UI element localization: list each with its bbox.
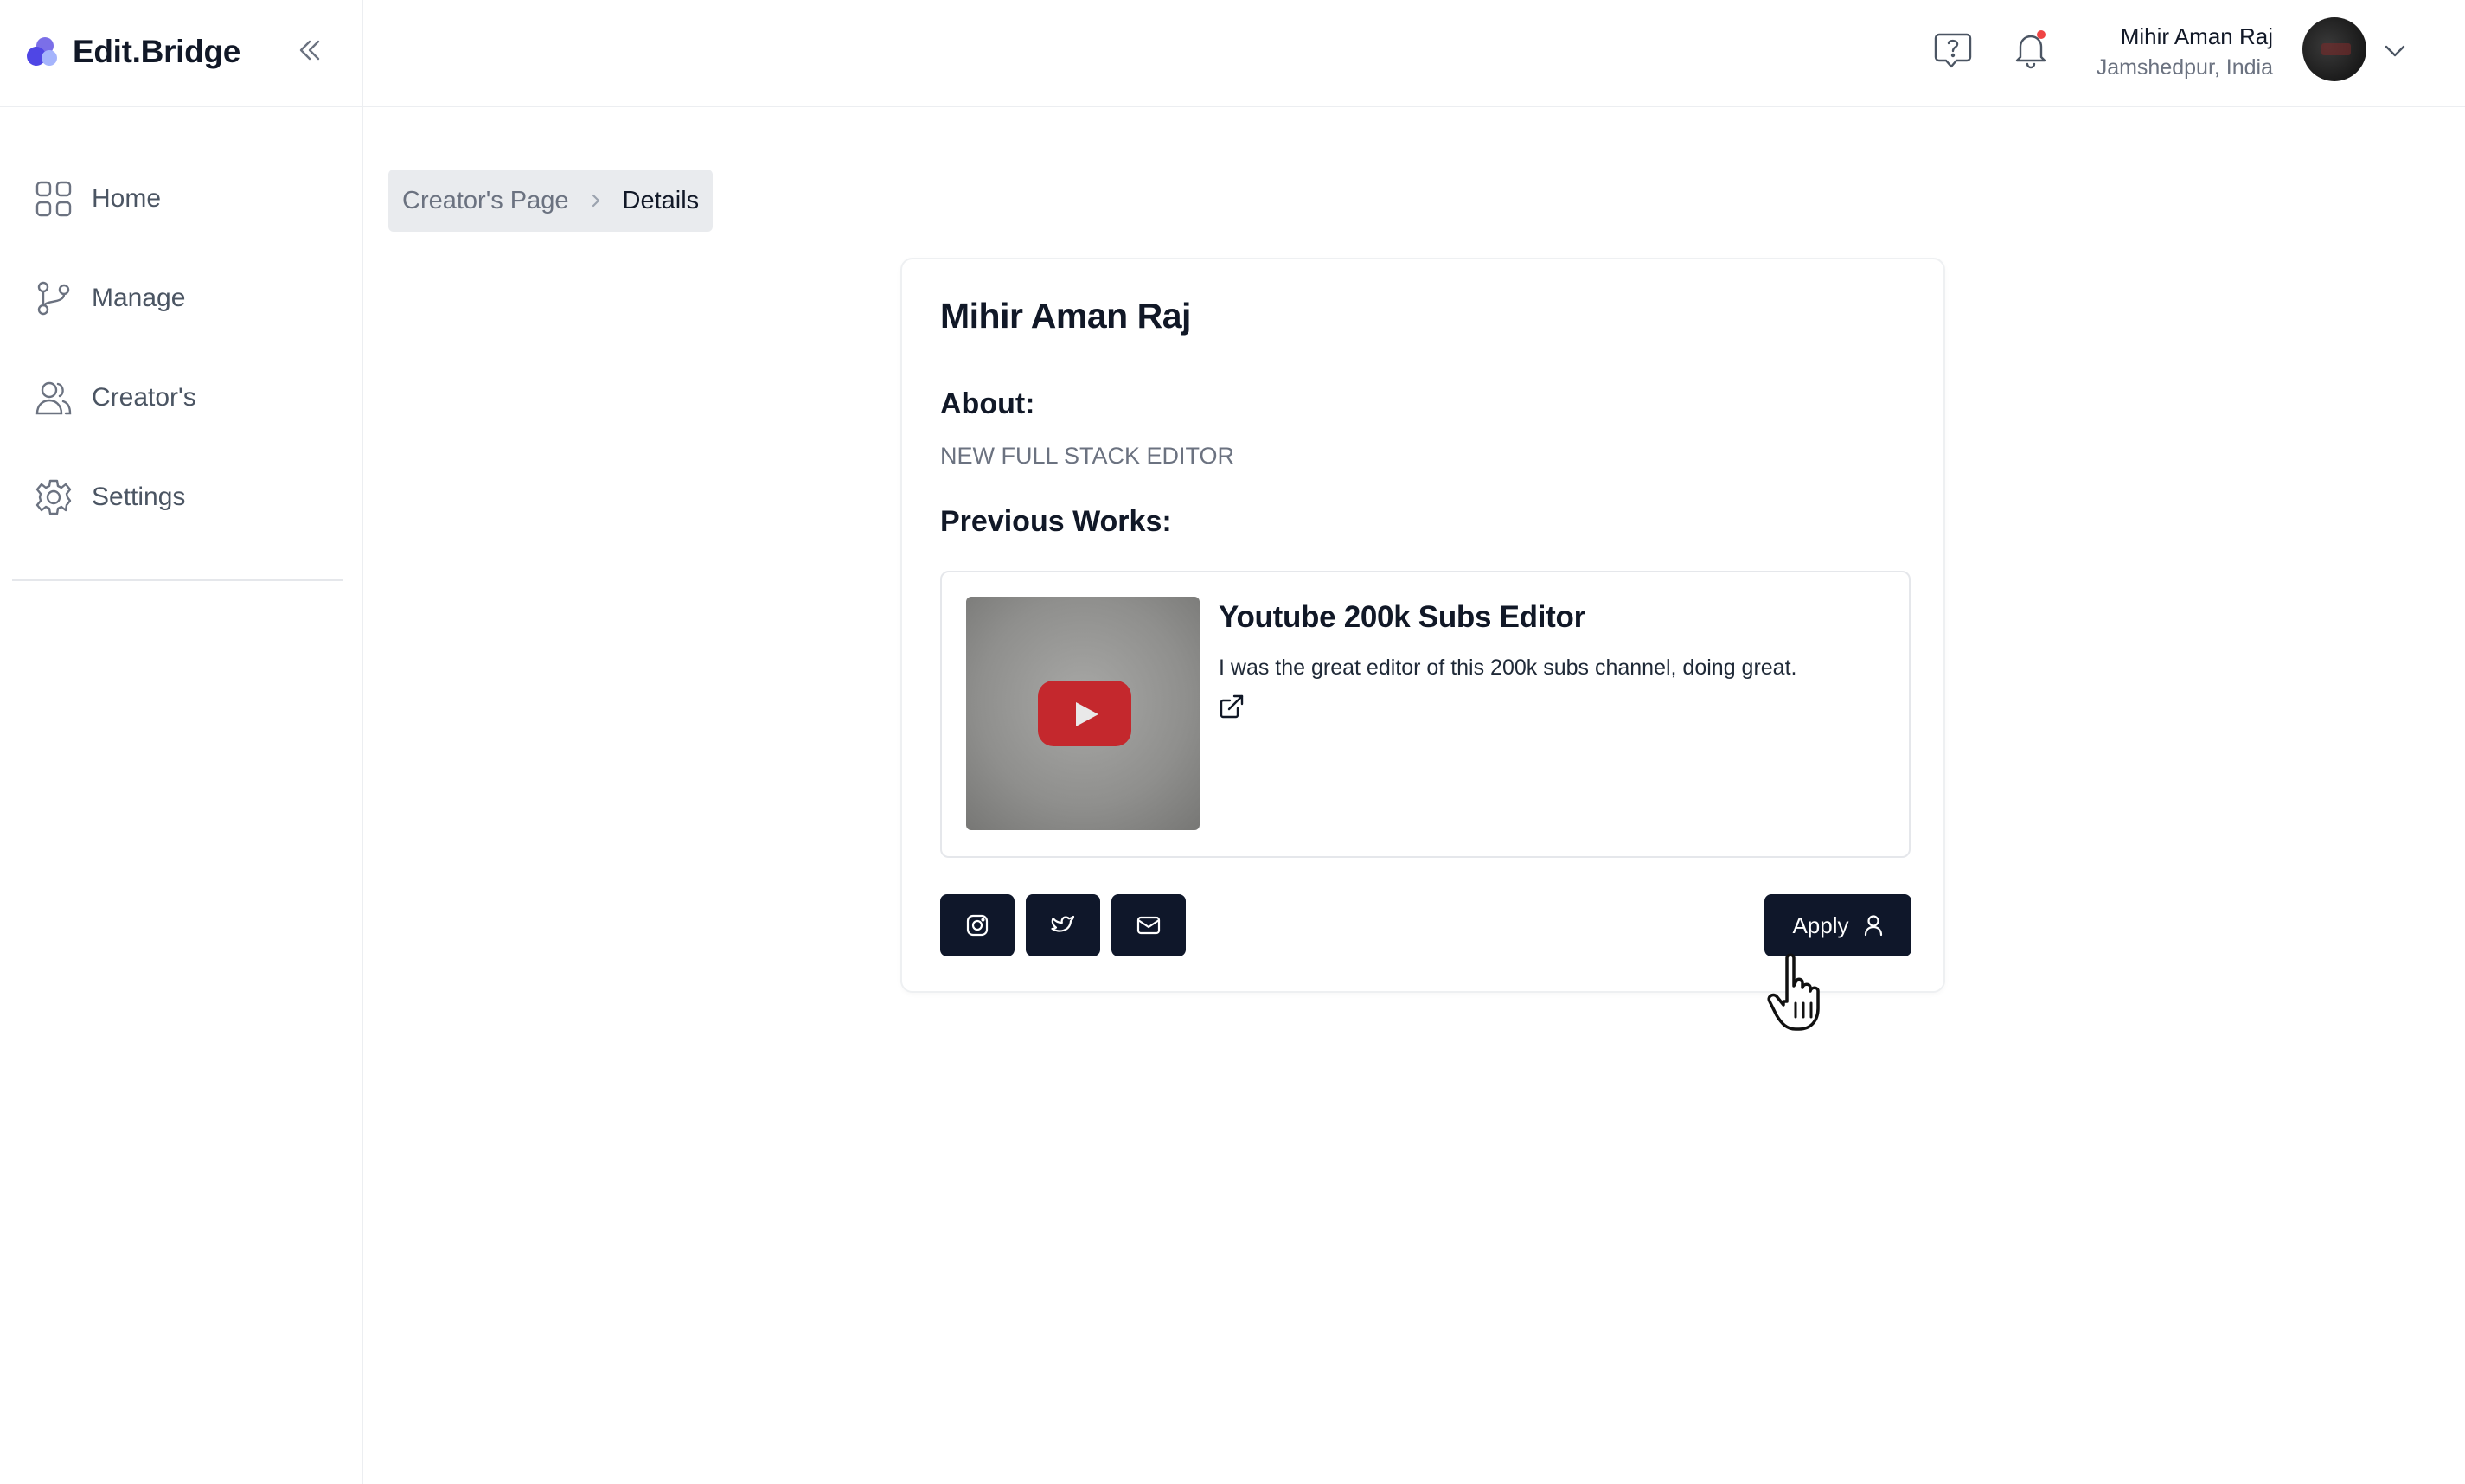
- notification-dot: [2037, 30, 2046, 39]
- avatar-image: [2321, 43, 2351, 55]
- about-heading: About:: [940, 387, 1035, 420]
- brand-logo-icon: [26, 35, 61, 69]
- previous-works-heading: Previous Works:: [940, 505, 1172, 538]
- grid-icon: [35, 180, 73, 218]
- collapse-sidebar-icon[interactable]: [294, 35, 325, 66]
- apply-label: Apply: [1792, 912, 1849, 938]
- youtube-play-icon: [1038, 681, 1131, 746]
- breadcrumb-parent-link[interactable]: Creator's Page: [402, 187, 569, 215]
- bell-icon[interactable]: [2010, 28, 2052, 69]
- apply-button[interactable]: Apply: [1764, 894, 1911, 956]
- sidebar-item-creators[interactable]: Creator's: [35, 372, 196, 424]
- instagram-icon: [966, 914, 989, 937]
- brand[interactable]: Edit.Bridge: [26, 33, 240, 71]
- sidebar-item-manage[interactable]: Manage: [35, 272, 196, 324]
- twitter-button[interactable]: [1026, 894, 1100, 956]
- work-item: Youtube 200k Subs Editor I was the great…: [940, 571, 1911, 858]
- users-icon: [35, 379, 73, 417]
- header-divider: [362, 106, 2465, 107]
- sidebar-item-label: Home: [92, 184, 162, 213]
- email-button[interactable]: [1111, 894, 1186, 956]
- help-icon[interactable]: [1932, 29, 1974, 71]
- hand-cursor-icon: [1764, 951, 1842, 1034]
- work-description: I was the great editor of this 200k subs…: [1219, 656, 1797, 680]
- gear-icon: [35, 478, 73, 516]
- work-title: Youtube 200k Subs Editor: [1219, 600, 1585, 634]
- git-branch-icon: [35, 279, 73, 317]
- sidebar: Edit.Bridge Home Manage Creator's Settin…: [0, 0, 363, 1484]
- creator-name: Mihir Aman Raj: [940, 296, 1191, 336]
- brand-name: Edit.Bridge: [73, 34, 241, 69]
- work-thumbnail[interactable]: [966, 597, 1200, 830]
- user-location: Jamshedpur, India: [2096, 55, 2273, 80]
- sidebar-item-label: Settings: [92, 483, 186, 511]
- sidebar-divider: [12, 579, 343, 581]
- user-icon: [1864, 915, 1882, 937]
- sidebar-nav: Home Manage Creator's Settings: [35, 173, 196, 571]
- instagram-button[interactable]: [940, 894, 1015, 956]
- about-text: NEW FULL STACK EDITOR: [940, 443, 1235, 469]
- user-name: Mihir Aman Raj: [2120, 23, 2273, 49]
- sidebar-item-settings[interactable]: Settings: [35, 471, 196, 523]
- external-link-icon[interactable]: [1219, 694, 1245, 720]
- breadcrumb: Creator's Page Details: [388, 170, 714, 232]
- avatar[interactable]: [2302, 17, 2366, 81]
- chevron-down-icon[interactable]: [2380, 36, 2410, 66]
- breadcrumb-current: Details: [622, 186, 700, 214]
- user-info[interactable]: Mihir Aman Raj Jamshedpur, India: [2097, 21, 2273, 83]
- sidebar-item-home[interactable]: Home: [35, 173, 196, 225]
- mail-icon: [1136, 916, 1161, 935]
- chevron-right-icon: [586, 191, 605, 210]
- sidebar-item-label: Creator's: [92, 383, 196, 412]
- creator-details-card: Mihir Aman Raj About: NEW FULL STACK EDI…: [900, 258, 1945, 993]
- sidebar-item-label: Manage: [92, 284, 186, 312]
- sidebar-header-divider: [0, 106, 362, 107]
- twitter-icon: [1051, 915, 1075, 932]
